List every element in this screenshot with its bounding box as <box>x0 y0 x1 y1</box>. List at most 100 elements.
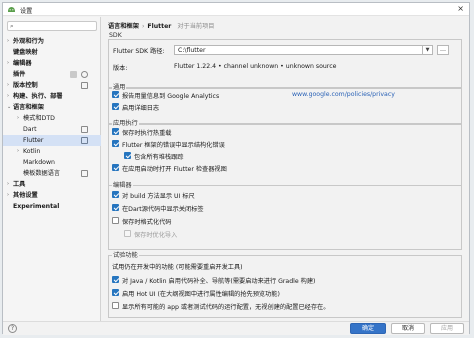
settings-search-input[interactable]: ⌕ <box>7 21 97 31</box>
apply-button[interactable]: 应用 <box>430 323 464 334</box>
project-scope-icon <box>81 82 88 89</box>
format-on-save-checkbox[interactable] <box>112 217 119 224</box>
sidebar-item-flutter[interactable]: Flutter <box>3 135 101 146</box>
settings-window: 设置 × ⌕ › 外观和行为 键盘映射 › 编辑器 插件 › 版本控制 › 构建… <box>2 2 470 335</box>
sidebar-item-label: Flutter <box>23 137 44 144</box>
chevron-right-icon: › <box>7 192 9 198</box>
sidebar-item-label: Dart <box>23 126 37 133</box>
sidebar-item-label: 其他设置 <box>13 192 38 199</box>
breadcrumb-parent[interactable]: 语言和框架 <box>108 23 139 30</box>
breadcrumb-separator: › <box>141 23 145 30</box>
sidebar-item-label: Experimental <box>13 203 60 210</box>
sidebar-item-appearance[interactable]: › 外观和行为 <box>3 36 101 47</box>
chevron-right-icon: › <box>7 181 9 187</box>
all-run-configs-label: 显示所有可能的 app 或者测试代码的运行配置，无视创建的配置已经存在。 <box>122 304 330 311</box>
open-inspector-label: 在应用启动时打开 Flutter 检查器视图 <box>122 166 227 173</box>
privacy-policy-link[interactable]: www.google.com/policies/privacy <box>292 91 395 98</box>
build-labels-label: 对 build 方法显示 UI 标尺 <box>122 193 195 200</box>
editor-section-title: 编辑器 <box>112 180 133 189</box>
chevron-right-icon: › <box>7 93 9 99</box>
translate-icon <box>70 71 77 78</box>
all-run-configs-checkbox[interactable] <box>112 302 119 309</box>
open-inspector-checkbox[interactable] <box>112 164 119 171</box>
chevron-right-icon: › <box>7 60 9 66</box>
run-section-title: 应用执行 <box>112 118 139 127</box>
sidebar-item-languages[interactable]: ⌄ 语言和框架 <box>3 102 101 113</box>
experimental-note: 试用仍在开发中的功能 (可能需要重启开发工具) <box>112 264 243 271</box>
dialog-footer: ? 确定 取消 应用 <box>3 321 469 335</box>
verbose-log-label: 启用详细日志 <box>122 105 160 112</box>
close-icon[interactable]: × <box>457 4 464 13</box>
android-studio-icon <box>8 7 15 12</box>
hot-reload-checkbox[interactable] <box>112 128 119 135</box>
sdk-path-dropdown-button[interactable]: ▼ <box>423 45 433 55</box>
organize-imports-checkbox[interactable] <box>124 230 131 237</box>
cancel-button[interactable]: 取消 <box>391 323 425 334</box>
analytics-checkbox[interactable] <box>112 91 119 98</box>
format-on-save-label: 保存时格式化代码 <box>122 219 172 226</box>
search-icon: ⌕ <box>10 22 14 30</box>
sidebar-item-label: Kotlin <box>23 148 41 155</box>
settings-scope-icon <box>81 71 88 78</box>
project-scope-icon <box>81 126 88 133</box>
sdk-version-label: 版本: <box>113 65 128 72</box>
closing-labels-checkbox[interactable] <box>112 204 119 211</box>
chevron-down-icon: ⌄ <box>7 104 12 110</box>
project-scope-icon <box>81 170 88 177</box>
help-button[interactable]: ? <box>8 324 17 333</box>
browse-button[interactable]: … <box>437 45 449 55</box>
all-stack-traces-label: 包含所有堆栈跟踪 <box>134 154 184 161</box>
sidebar-item-experimental[interactable]: Experimental <box>3 201 101 212</box>
sidebar-item-dart[interactable]: Dart <box>3 124 101 135</box>
sidebar-item-label: 插件 <box>13 71 26 78</box>
settings-sidebar: ⌕ › 外观和行为 键盘映射 › 编辑器 插件 › 版本控制 › 构建、执行、部… <box>3 17 101 321</box>
sidebar-item-vcs[interactable]: › 版本控制 <box>3 80 101 91</box>
verbose-log-checkbox[interactable] <box>112 103 119 110</box>
sidebar-item-markdown[interactable]: Markdown <box>3 157 101 168</box>
hot-ui-checkbox[interactable] <box>112 289 119 296</box>
sidebar-item-schemas[interactable]: › 模式和DTD <box>3 113 101 124</box>
sidebar-item-kotlin[interactable]: › Kotlin <box>3 146 101 157</box>
chevron-right-icon: › <box>7 82 9 88</box>
sidebar-item-build[interactable]: › 构建、执行、部署 <box>3 91 101 102</box>
sdk-version-value: Flutter 1.22.4 • channel unknown • unkno… <box>174 63 337 70</box>
organize-imports-label: 保存时优化导入 <box>134 232 178 239</box>
breadcrumb: 语言和框架 › Flutter 对于当前项目 <box>108 21 214 30</box>
all-stack-traces-checkbox[interactable] <box>124 152 131 159</box>
structured-errors-checkbox[interactable] <box>112 140 119 147</box>
closing-labels-label: 在Dart源代码中显示关闭标签 <box>122 206 204 213</box>
sidebar-item-editor[interactable]: › 编辑器 <box>3 58 101 69</box>
settings-content: 语言和框架 › Flutter 对于当前项目 SDK Flutter SDK 路径: … <box>102 17 469 321</box>
sidebar-item-tools[interactable]: › 工具 <box>3 179 101 190</box>
sidebar-item-label: Markdown <box>23 159 55 166</box>
sidebar-item-other[interactable]: › 其他设置 <box>3 190 101 201</box>
sidebar-item-label: 工具 <box>13 181 26 188</box>
analytics-label: 报告用量信息到 Google Analytics <box>122 93 220 100</box>
gradle-completion-label: 对 Java / Kotlin 启用代码补全、导航等(需要启动来进行 Gradl… <box>122 278 316 285</box>
chevron-right-icon: › <box>17 115 19 121</box>
window-title: 设置 <box>20 8 33 15</box>
build-labels-checkbox[interactable] <box>112 191 119 198</box>
ok-button[interactable]: 确定 <box>350 323 386 334</box>
sidebar-item-keymap[interactable]: 键盘映射 <box>3 47 101 58</box>
project-scope-note: 对于当前项目 <box>177 23 215 30</box>
sidebar-item-label: 版本控制 <box>13 82 38 89</box>
breadcrumb-current: Flutter <box>147 23 172 30</box>
chevron-right-icon: › <box>7 38 9 44</box>
general-section-title: 通用 <box>112 82 127 91</box>
project-scope-icon <box>81 137 88 144</box>
sidebar-item-label: 模板数据语言 <box>23 170 61 177</box>
hot-ui-label: 启用 Hot UI (在大纲视图中进行属性编辑的抢先预览功能) <box>122 291 280 298</box>
sidebar-item-label: 编辑器 <box>13 60 32 67</box>
sdk-section-title: SDK <box>109 32 122 39</box>
gradle-completion-checkbox[interactable] <box>112 276 119 283</box>
sidebar-item-template-languages[interactable]: 模板数据语言 <box>3 168 101 179</box>
sdk-path-input[interactable]: C:\flutter <box>174 45 423 55</box>
experimental-section-title: 试验功能 <box>112 250 139 259</box>
hot-reload-label: 保存时执行热重载 <box>122 130 172 137</box>
sidebar-item-label: 构建、执行、部署 <box>13 93 63 100</box>
sidebar-item-plugins[interactable]: 插件 <box>3 69 101 80</box>
sdk-path-value: C:\flutter <box>178 47 206 54</box>
title-bar: 设置 × <box>3 3 469 16</box>
sidebar-item-label: 外观和行为 <box>13 38 44 45</box>
